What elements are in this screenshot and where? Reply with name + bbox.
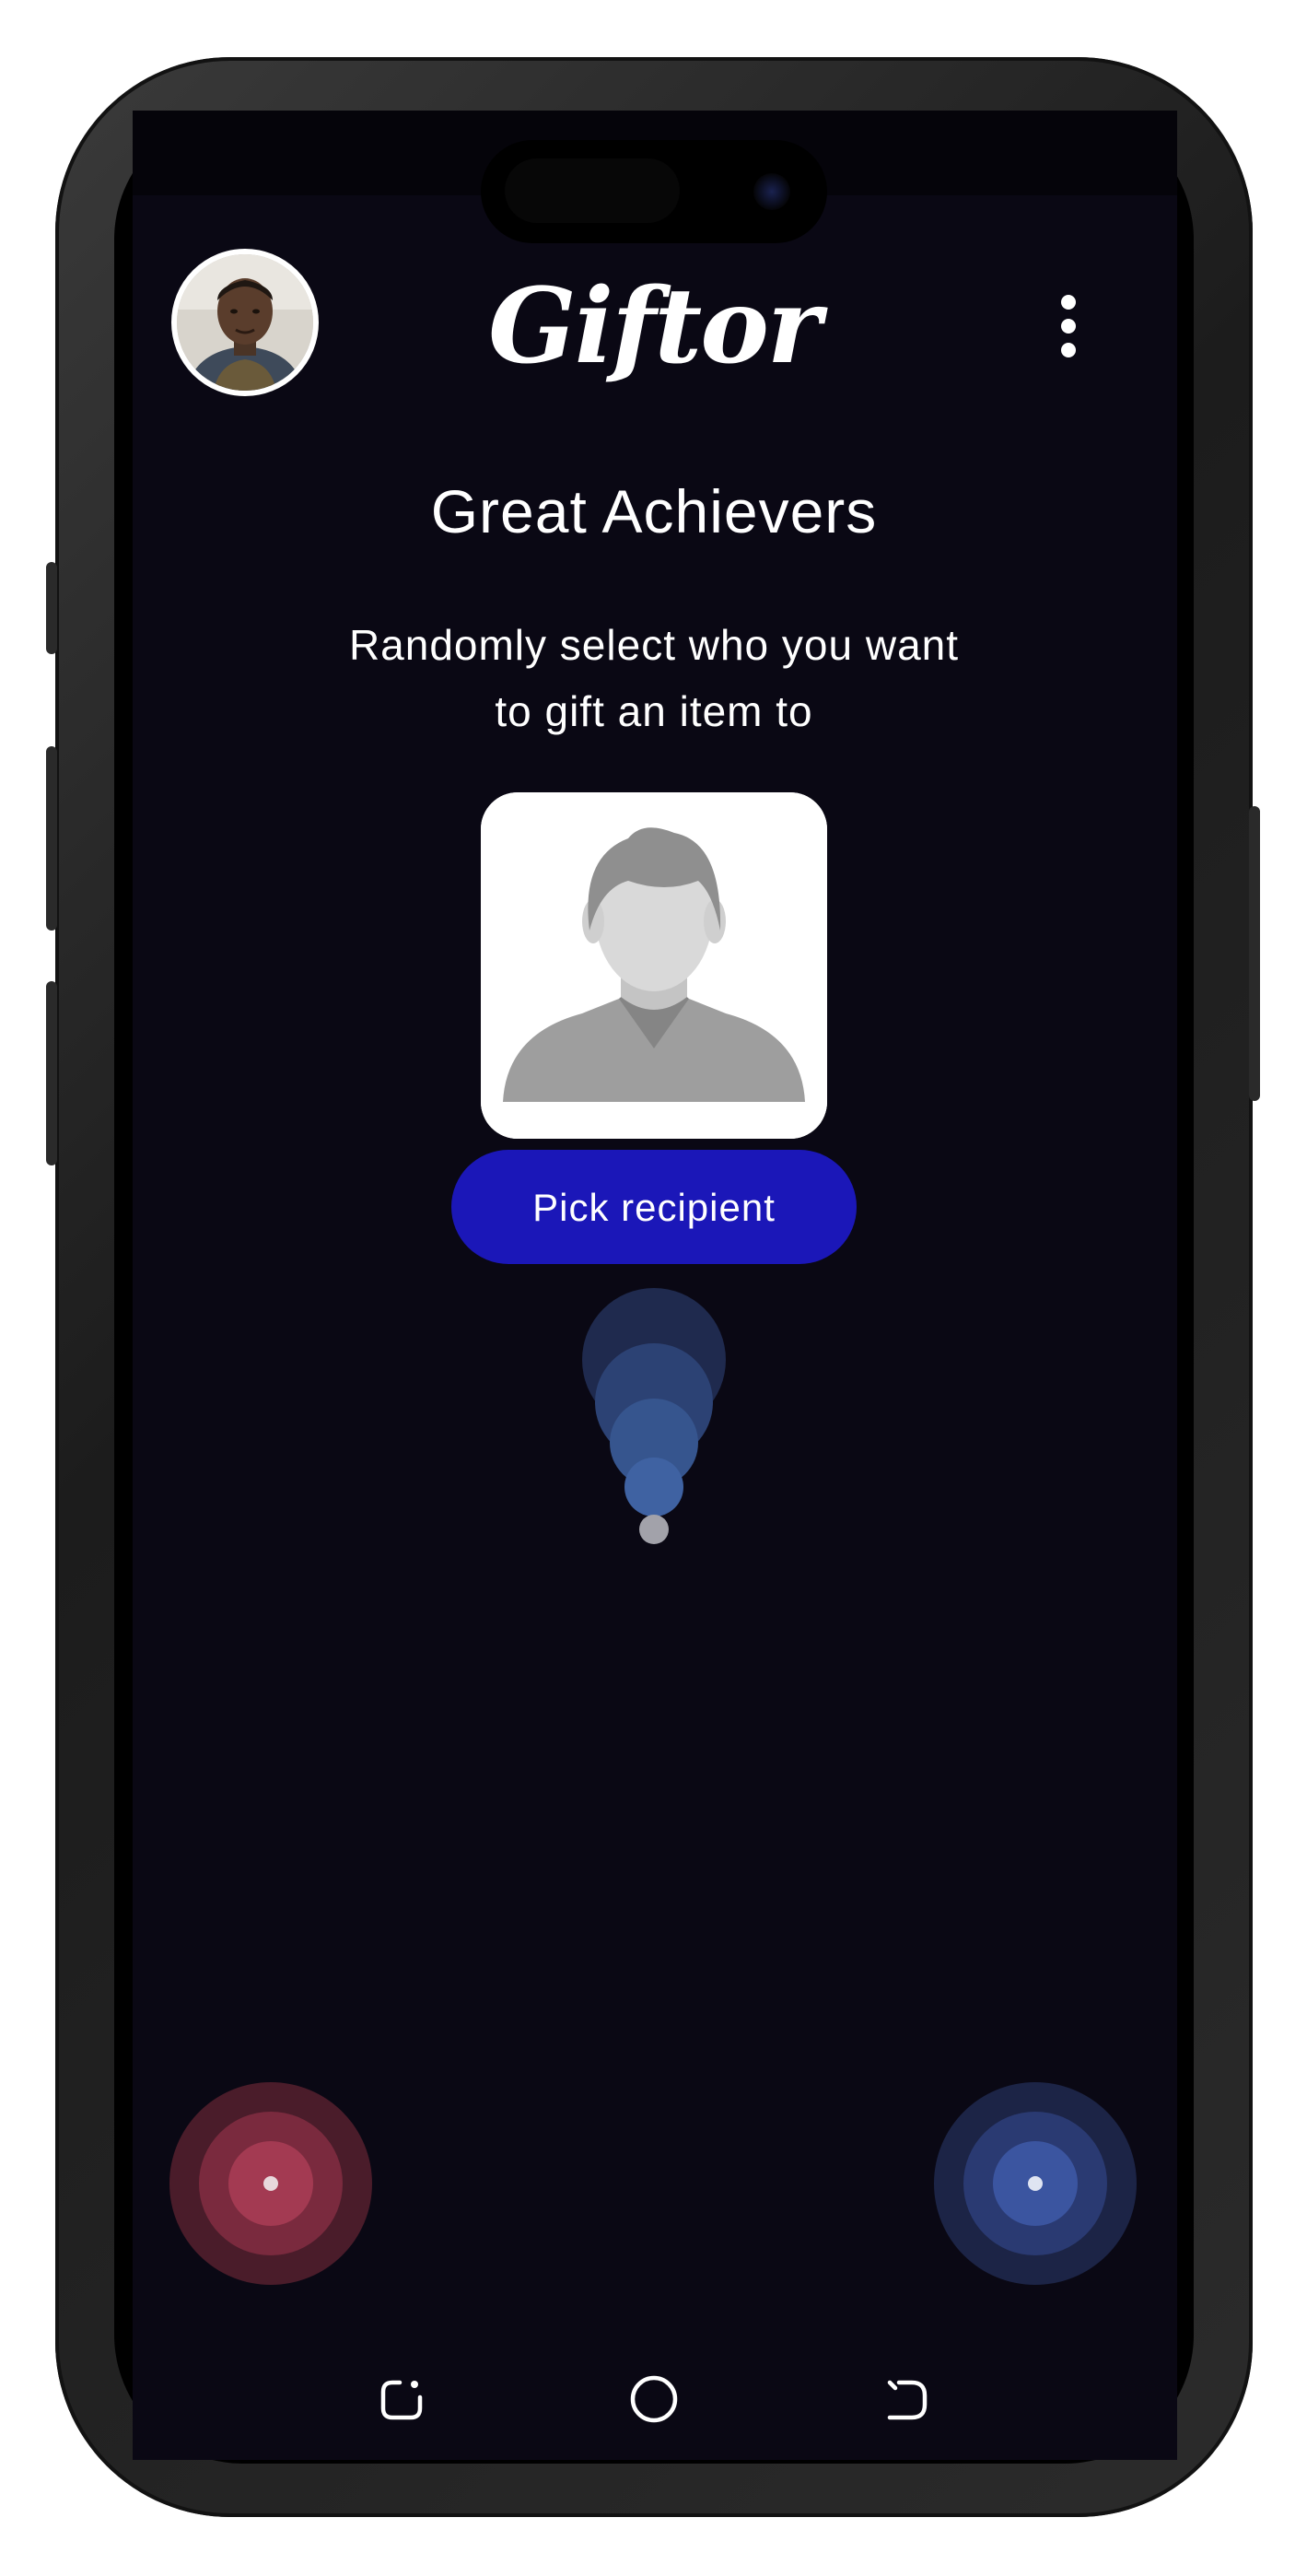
avatar-photo-icon	[177, 254, 313, 391]
front-camera-icon	[753, 173, 790, 210]
recent-apps-icon[interactable]	[372, 2370, 431, 2429]
more-vertical-icon[interactable]	[1043, 289, 1094, 363]
subtitle-line-1: Randomly select who you want	[348, 621, 960, 669]
power-button	[1249, 806, 1260, 1101]
person-silhouette-icon	[481, 792, 827, 1139]
page-subtitle: Randomly select who you want to gift an …	[276, 612, 1032, 744]
volume-down-button	[46, 981, 57, 1165]
app-logo: Giftor	[488, 266, 822, 387]
home-circle-icon[interactable]	[624, 2370, 683, 2429]
user-avatar[interactable]	[171, 249, 319, 396]
action-button	[46, 562, 57, 654]
page-title: Great Achievers	[430, 477, 878, 545]
recipient-card	[481, 792, 827, 1139]
pick-recipient-button[interactable]: Pick recipient	[451, 1150, 857, 1264]
device-stage: Giftor Great Achievers Randomly select w…	[0, 0, 1307, 2576]
island-sensor	[505, 158, 680, 223]
volume-up-button	[46, 746, 57, 931]
subtitle-line-2: to gift an item to	[495, 687, 813, 735]
back-icon[interactable]	[877, 2370, 936, 2429]
